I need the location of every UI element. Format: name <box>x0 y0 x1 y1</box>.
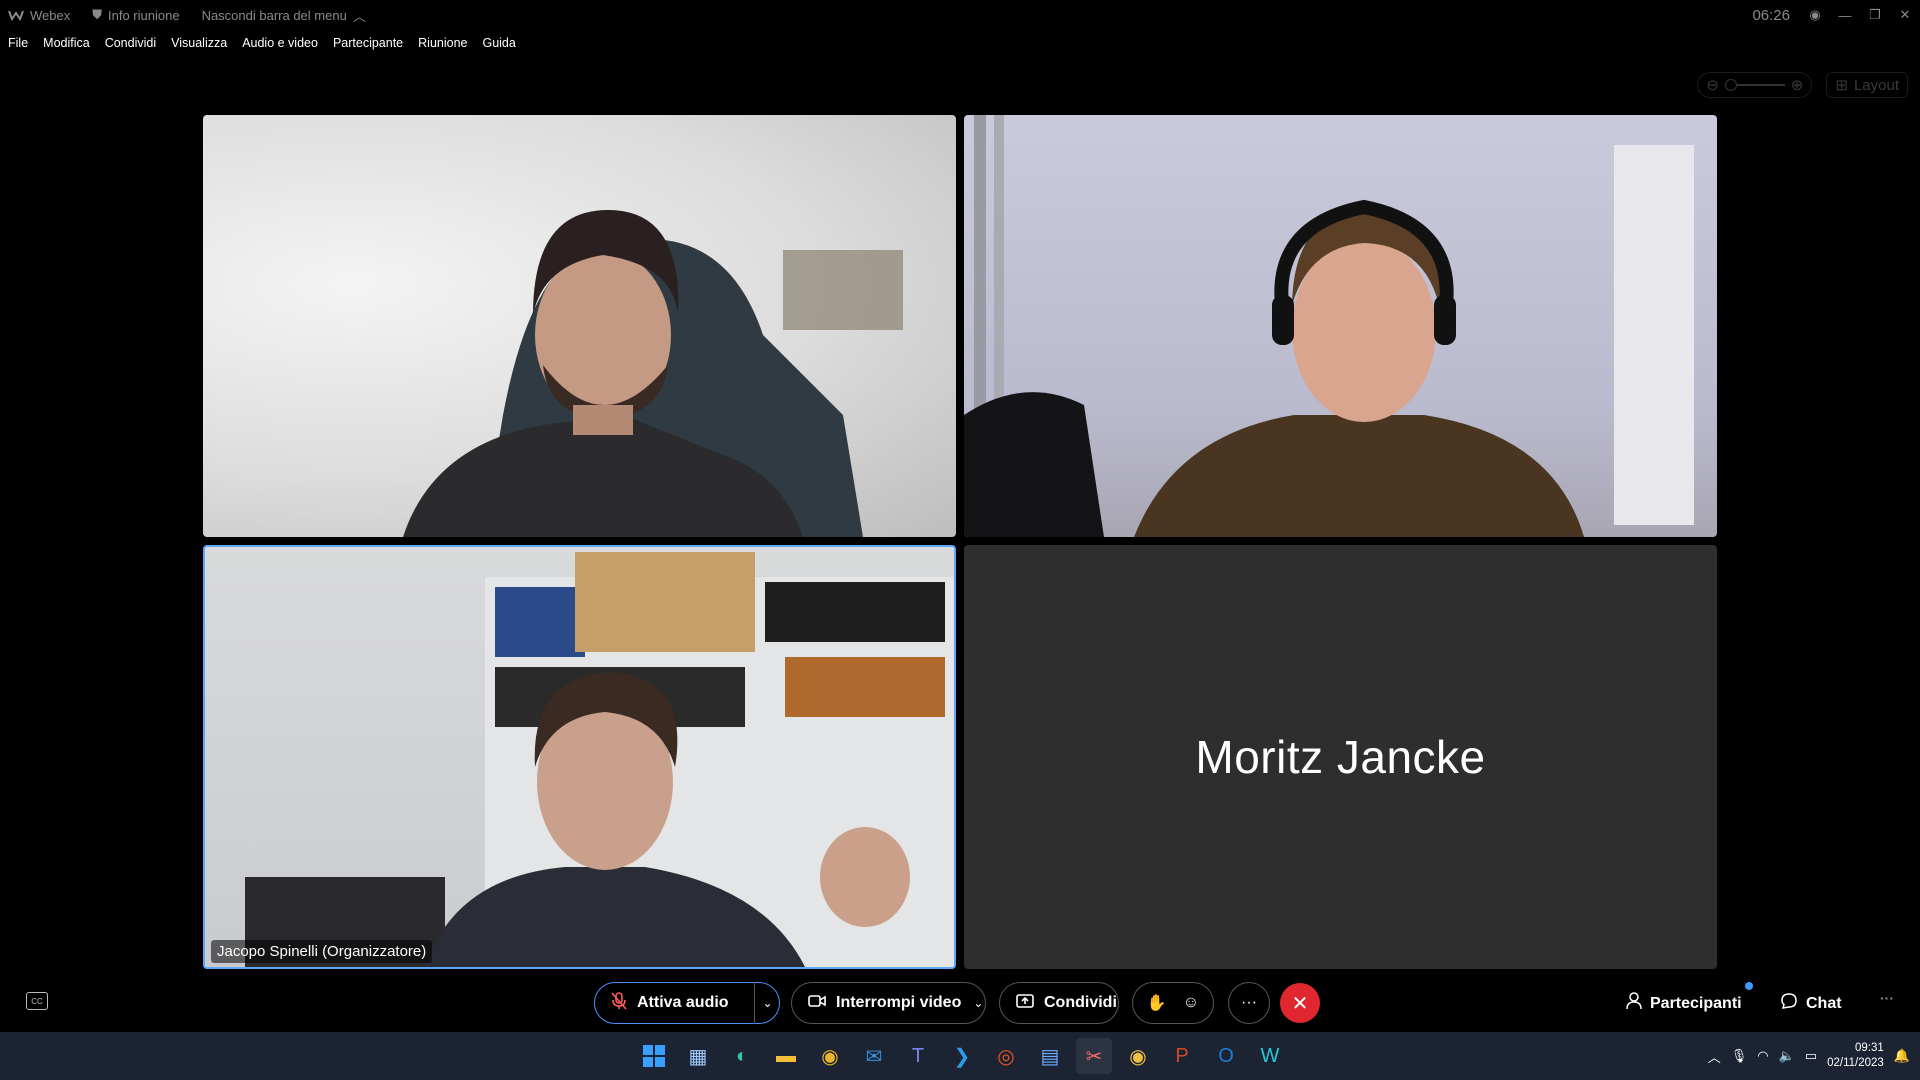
view-controls: ⊖ ⊕ ⊞ Layout <box>1697 72 1908 98</box>
powerpoint-icon[interactable]: P <box>1164 1038 1200 1074</box>
participant-video-feed <box>403 210 903 537</box>
menu-riunione[interactable]: Riunione <box>418 36 467 50</box>
video-label: Interrompi video <box>836 994 962 1011</box>
menu-bar: File Modifica Condividi Visualizza Audio… <box>0 32 531 54</box>
chat-button[interactable]: Chat <box>1780 992 1842 1015</box>
taskbar-apps: ▦ ◐ ▬ ◉ ✉ T ❯ ◎ ▤ ✂ ◉ P O W <box>636 1038 1288 1074</box>
participants-label: Partecipanti <box>1650 994 1742 1012</box>
video-tile-participant-2[interactable] <box>964 115 1717 537</box>
meeting-info-button[interactable]: ⛊ Info riunione <box>92 7 179 23</box>
close-icon[interactable]: ✕ <box>1890 7 1920 23</box>
meeting-controls: CC Attiva audio ⌄ Interrompi video ⌄ Con… <box>0 982 1920 1024</box>
grid-icon: ⊞ <box>1835 77 1848 94</box>
photos-icon[interactable]: ▦ <box>680 1038 716 1074</box>
organizer-video-feed <box>245 552 954 967</box>
windows-start-icon[interactable] <box>636 1038 672 1074</box>
wifi-icon[interactable]: ◠ <box>1757 1048 1768 1064</box>
notification-bell-icon[interactable]: 🔔 <box>1894 1048 1910 1064</box>
chat-label: Chat <box>1806 994 1842 1012</box>
network-stats-icon[interactable]: ◉ <box>1800 7 1830 23</box>
share-button[interactable]: Condividi <box>999 982 1119 1024</box>
hide-menu-button[interactable]: Nascondi barra del menu ︿ <box>202 6 366 25</box>
zoom-out-icon[interactable]: ⊖ <box>1706 76 1719 94</box>
notification-dot <box>1745 982 1753 990</box>
person-icon <box>1626 992 1642 1015</box>
camera-icon <box>808 994 826 1013</box>
mic-muted-icon <box>611 991 627 1015</box>
mic-muted-icon[interactable]: 🎙 <box>1731 1048 1748 1064</box>
close-icon: ✕ <box>1291 992 1309 1015</box>
chevron-down-icon: ⌄ <box>754 982 780 1024</box>
audio-label: Attiva audio <box>637 994 729 1011</box>
more-icon: ··· <box>1241 994 1257 1011</box>
chrome-profile-icon[interactable]: ◉ <box>1120 1038 1156 1074</box>
video-tile-participant-1[interactable] <box>203 115 956 537</box>
chat-bubble-icon <box>1780 992 1798 1015</box>
mail-icon[interactable]: ✉ <box>856 1038 892 1074</box>
webex-taskbar-icon[interactable]: W <box>1252 1038 1288 1074</box>
video-tile-organizer[interactable]: Jacopo Spinelli (Organizzatore) <box>203 545 956 969</box>
restore-icon[interactable]: ❐ <box>1860 7 1890 23</box>
taskbar-clock[interactable]: 09:31 02/11/2023 <box>1827 1041 1884 1071</box>
share-screen-icon <box>1016 993 1034 1013</box>
audio-button[interactable]: Attiva audio <box>594 982 780 1024</box>
webex-icon <box>8 10 24 21</box>
windows-taskbar: ▦ ◐ ▬ ◉ ✉ T ❯ ◎ ▤ ✂ ◉ P O W ︿ 🎙 ◠ 🔈 ▭ 09… <box>0 1032 1920 1080</box>
shield-icon: ⛊ <box>92 7 102 22</box>
hide-menu-label: Nascondi barra del menu <box>201 7 347 23</box>
taskbar-time: 09:31 <box>1855 1042 1884 1054</box>
zoom-thumb[interactable] <box>1724 79 1737 91</box>
video-button[interactable]: Interrompi video ⌄ <box>791 982 986 1024</box>
outlook-icon[interactable]: O <box>1208 1038 1244 1074</box>
participant-name: Moritz Jancke <box>1195 731 1486 783</box>
zoom-slider[interactable]: ⊖ ⊕ <box>1697 72 1813 98</box>
zoom-track[interactable] <box>1724 79 1785 91</box>
battery-icon[interactable]: ▭ <box>1805 1048 1817 1064</box>
snipping-tool-icon[interactable]: ✂ <box>1076 1038 1112 1074</box>
chevron-down-icon[interactable]: ⌄ <box>973 996 983 1010</box>
menu-visualizza[interactable]: Visualizza <box>171 36 227 50</box>
participant-video-feed <box>964 115 1694 537</box>
more-options-button[interactable]: ··· <box>1228 982 1270 1024</box>
share-label: Condividi <box>1044 994 1117 1011</box>
meeting-clock: 06:26 <box>1752 6 1790 24</box>
vscode-icon[interactable]: ❯ <box>944 1038 980 1074</box>
edge-browser-icon[interactable]: ◐ <box>724 1038 760 1074</box>
chevron-up-icon: ︿ <box>352 8 366 24</box>
title-bar: Webex ⛊ Info riunione Nascondi barra del… <box>0 0 1920 30</box>
chrome-icon[interactable]: ◉ <box>812 1038 848 1074</box>
minimize-icon[interactable]: — <box>1830 8 1860 23</box>
meeting-info-label: Info riunione <box>108 7 180 23</box>
menu-audio-video[interactable]: Audio e video <box>242 36 318 50</box>
calendar-icon[interactable]: ▤ <box>1032 1038 1068 1074</box>
reactions-group: ✋ ☺ <box>1132 982 1214 1024</box>
menu-file[interactable]: File <box>8 36 28 50</box>
organizer-name-label: Jacopo Spinelli (Organizzatore) <box>211 940 433 963</box>
menu-partecipante[interactable]: Partecipante <box>333 36 403 50</box>
volume-icon[interactable]: 🔈 <box>1779 1048 1795 1064</box>
video-tile-no-video[interactable]: Moritz Jancke <box>964 545 1717 969</box>
taskbar-date: 02/11/2023 <box>1827 1057 1884 1069</box>
participants-button[interactable]: Partecipanti <box>1626 992 1742 1015</box>
audio-options-button[interactable]: ⌄ <box>754 982 780 1024</box>
chevron-up-icon[interactable]: ︿ <box>1708 1047 1721 1066</box>
raise-hand-icon[interactable]: ✋ <box>1147 993 1167 1013</box>
system-tray: ︿ 🎙 ◠ 🔈 ▭ 09:31 02/11/2023 🔔 <box>1708 1032 1920 1080</box>
captions-icon[interactable]: CC <box>26 992 48 1010</box>
layout-label: Layout <box>1853 76 1899 94</box>
menu-guida[interactable]: Guida <box>482 36 515 50</box>
reactions-icon[interactable]: ☺ <box>1183 994 1199 1012</box>
teams-icon[interactable]: T <box>900 1038 936 1074</box>
webex-logo: Webex <box>8 8 70 23</box>
layout-button[interactable]: ⊞ Layout <box>1826 72 1908 98</box>
menu-condividi[interactable]: Condividi <box>105 36 156 50</box>
file-explorer-icon[interactable]: ▬ <box>768 1038 804 1074</box>
app-name: Webex <box>30 7 71 23</box>
ubuntu-icon[interactable]: ◎ <box>988 1038 1024 1074</box>
end-call-button[interactable]: ✕ <box>1280 983 1320 1023</box>
menu-modifica[interactable]: Modifica <box>43 36 90 50</box>
overflow-menu-icon[interactable]: ··· <box>1880 990 1894 1006</box>
zoom-in-icon[interactable]: ⊕ <box>1791 76 1804 94</box>
